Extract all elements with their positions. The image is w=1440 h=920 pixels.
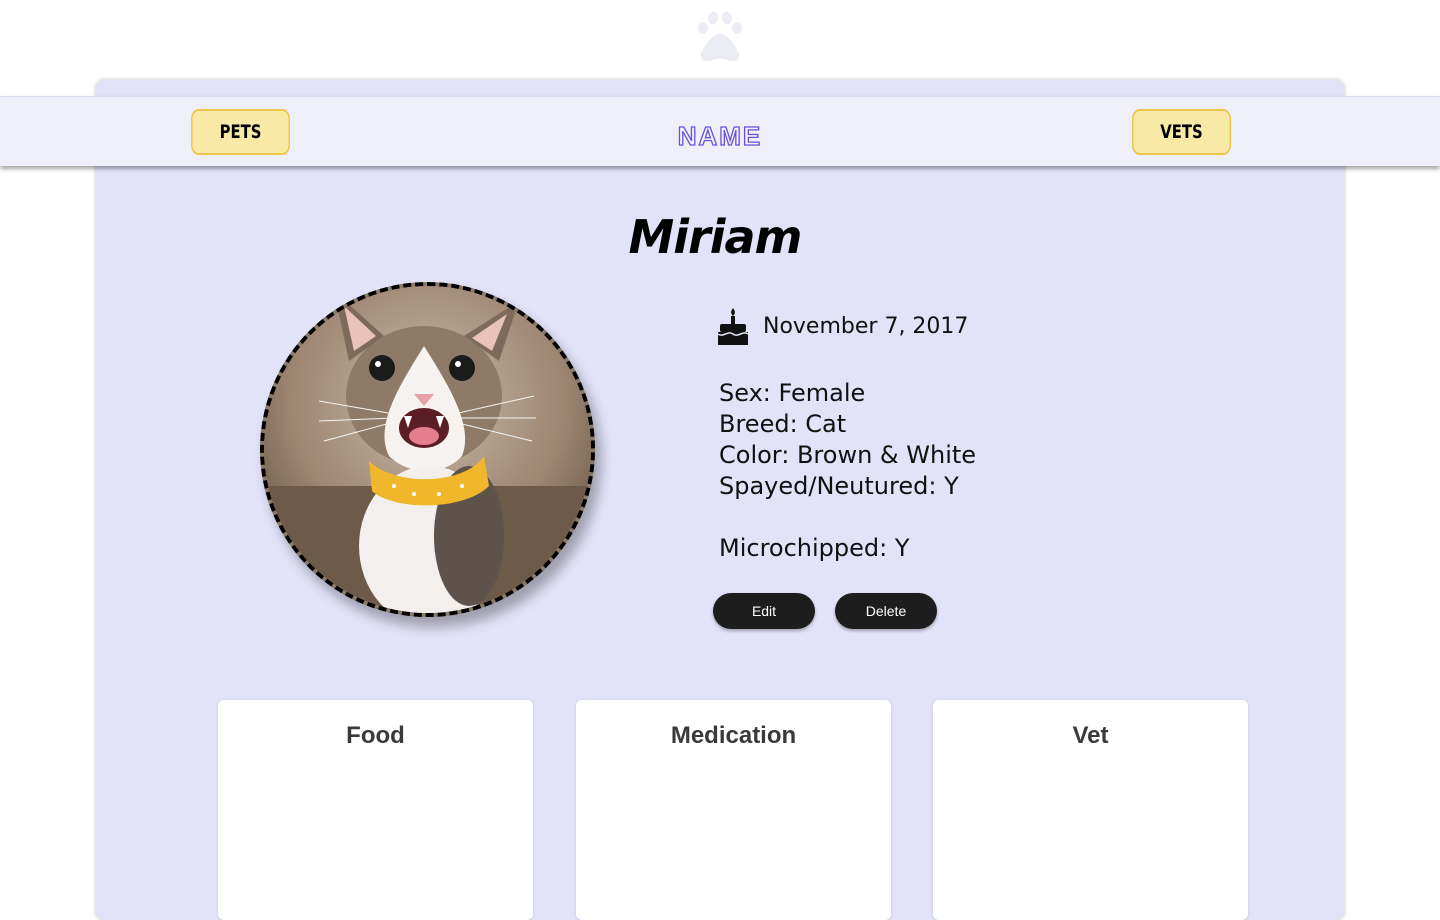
sex-detail: Sex: Female [719,379,866,407]
delete-button[interactable]: Delete [835,593,937,629]
paw-icon [693,10,747,64]
microchipped-detail: Microchipped: Y [719,534,910,562]
breed-detail: Breed: Cat [719,410,847,438]
navbar: PETS NAME VETS [0,96,1440,166]
pet-details: Sex: Female Breed: Cat Color: Brown & Wh… [719,378,976,564]
medication-card[interactable]: Medication [576,700,891,920]
vet-card[interactable]: Vet [933,700,1248,920]
pet-name-heading: Miriam [628,210,803,264]
food-card-title: Food [346,722,405,749]
spayed-detail: Spayed/Neutured: Y [719,472,959,500]
food-card[interactable]: Food [218,700,533,920]
medication-card-title: Medication [670,722,797,749]
cat-photo [260,282,595,617]
birthday-row: November 7, 2017 [717,306,969,346]
birthday-cake-icon [717,307,749,345]
birthday-text: November 7, 2017 [763,313,969,339]
nav-vets-button[interactable]: VETS [1131,109,1232,155]
vet-card-title: Vet [1072,722,1109,749]
color-detail: Color: Brown & White [719,441,977,469]
edit-button[interactable]: Edit [713,593,815,629]
nav-pets-button[interactable]: PETS [190,109,291,155]
brand-name[interactable]: NAME [620,120,820,152]
